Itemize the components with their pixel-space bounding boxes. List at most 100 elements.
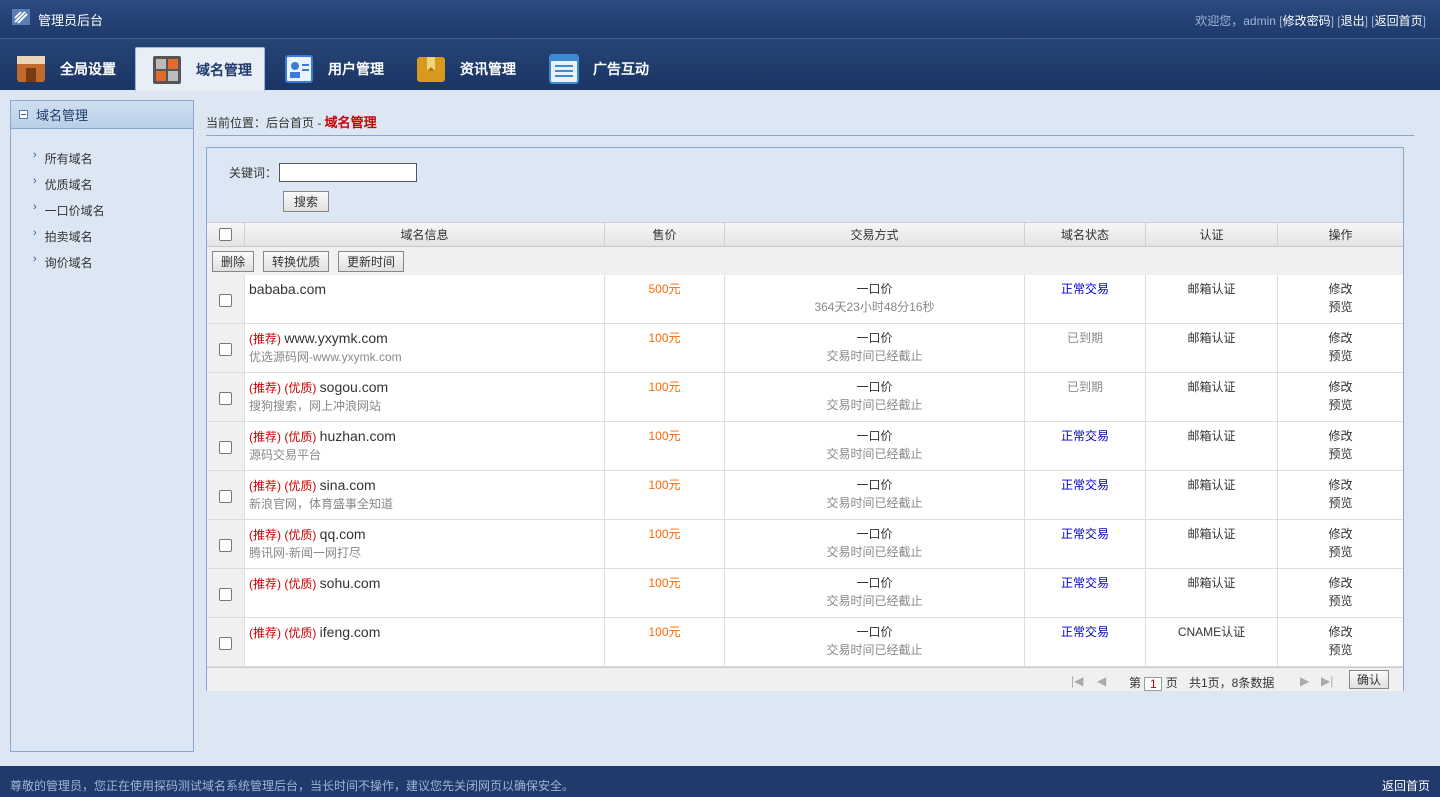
collapse-icon[interactable]	[19, 110, 28, 119]
table-row: (推荐) www.yxymk.com 优选源码网-www.yxymk.com 1…	[207, 324, 1403, 373]
last-page-icon[interactable]: ▶|	[1321, 674, 1333, 688]
trade-time: 交易时间已经截止	[826, 594, 923, 608]
select-all-cell	[207, 223, 244, 247]
trade-mode: 一口价	[856, 380, 893, 394]
trade-time: 交易时间已经截止	[826, 643, 923, 657]
edit-link[interactable]: 修改	[1278, 379, 1403, 396]
auth-type: 邮箱认证	[1187, 282, 1236, 296]
logout-link[interactable]: 退出	[1341, 14, 1365, 28]
auth-type: 邮箱认证	[1187, 429, 1236, 443]
tab-global-settings[interactable]: 全局设置	[0, 47, 133, 91]
table-body: bababa.com 500元 一口价 364天23小时48分16秒 正常交易 邮…	[207, 275, 1403, 667]
preview-link[interactable]: 预览	[1278, 396, 1403, 414]
preview-link[interactable]: 预览	[1278, 592, 1403, 610]
row-checkbox[interactable]	[219, 539, 232, 552]
domain-tags: (推荐) (优质)	[249, 430, 317, 444]
price: 100元	[648, 380, 681, 394]
sidebar-item-all-domains[interactable]: › 所有域名	[11, 145, 193, 171]
home-link[interactable]: 返回首页	[1375, 14, 1423, 28]
tab-domain-management[interactable]: 域名管理	[135, 47, 265, 91]
price: 100元	[648, 478, 681, 492]
domain-info-cell: (推荐) (优质) sina.com 新浪官网，体育盛事全知道	[244, 471, 604, 519]
header-trade-mode[interactable]: 交易方式	[724, 223, 1024, 247]
header-domain-status[interactable]: 域名状态	[1024, 223, 1145, 247]
tab-ad-interaction[interactable]: 广告互动	[533, 47, 663, 91]
domain-name: ifeng.com	[319, 624, 381, 640]
divider	[206, 135, 1414, 136]
tab-user-management[interactable]: 用户管理	[268, 47, 398, 91]
keyword-input[interactable]	[279, 163, 418, 182]
settings-icon	[17, 56, 45, 82]
page-number-input[interactable]: 1	[1144, 676, 1163, 691]
sidebar-header[interactable]: 域名管理	[11, 101, 193, 129]
sidebar-item-fixed-price-domains[interactable]: › 一口价域名	[11, 197, 193, 223]
confirm-button[interactable]: 确认	[1349, 670, 1389, 689]
row-checkbox[interactable]	[219, 343, 232, 356]
row-checkbox[interactable]	[219, 588, 232, 601]
ad-list-icon	[549, 54, 579, 84]
news-box-icon	[417, 57, 445, 82]
edit-link[interactable]: 修改	[1278, 624, 1403, 641]
domain-name: www.yxymk.com	[284, 330, 388, 346]
header-price[interactable]: 售价	[604, 223, 724, 247]
domain-name: qq.com	[319, 526, 366, 542]
sidebar-item-premium-domains[interactable]: › 优质域名	[11, 171, 193, 197]
domain-name: bababa.com	[249, 281, 327, 297]
trade-mode: 一口价	[856, 576, 893, 590]
app-title: 管理员后台	[38, 13, 104, 28]
edit-link[interactable]: 修改	[1278, 428, 1403, 445]
preview-link[interactable]: 预览	[1278, 494, 1403, 512]
preview-link[interactable]: 预览	[1278, 445, 1403, 463]
domain-info-cell: (推荐) (优质) sogou.com 搜狗搜索，网上冲浪网站	[244, 373, 604, 421]
page-summary: 共1页，8条数据	[1189, 676, 1275, 690]
change-password-link[interactable]: 修改密码	[1283, 14, 1331, 28]
domain-tags: (推荐) (优质)	[249, 626, 317, 640]
edit-link[interactable]: 修改	[1278, 575, 1403, 592]
auth-type: 邮箱认证	[1187, 478, 1236, 492]
tab-news-management[interactable]: 资讯管理	[400, 47, 530, 91]
search-button[interactable]: 搜索	[283, 191, 329, 212]
first-page-icon[interactable]: |◀	[1071, 674, 1083, 688]
preview-link[interactable]: 预览	[1278, 298, 1403, 316]
domain-description: 优选源码网-www.yxymk.com	[249, 350, 402, 364]
trade-time: 交易时间已经截止	[826, 545, 923, 559]
header-auth[interactable]: 认证	[1145, 223, 1277, 247]
domain-info-cell: (推荐) www.yxymk.com 优选源码网-www.yxymk.com	[244, 324, 604, 372]
breadcrumb-prefix: 当前位置：后台首页 -	[206, 116, 325, 130]
row-checkbox[interactable]	[219, 392, 232, 405]
convert-premium-button[interactable]: 转换优质	[263, 251, 330, 272]
keyword-label: 关键词：	[229, 166, 278, 180]
select-all-checkbox[interactable]	[219, 228, 232, 241]
chevron-right-icon: ›	[33, 253, 37, 265]
row-checkbox[interactable]	[219, 294, 232, 307]
domain-info-cell: (推荐) (优质) ifeng.com	[244, 618, 604, 666]
trade-mode: 一口价	[856, 331, 893, 345]
header-domain-info[interactable]: 域名信息	[244, 223, 604, 247]
trade-mode: 一口价	[856, 429, 893, 443]
domain-description: 源码交易平台	[249, 448, 322, 462]
sidebar-item-inquiry-domains[interactable]: › 询价域名	[11, 249, 193, 275]
preview-link[interactable]: 预览	[1278, 641, 1403, 659]
edit-link[interactable]: 修改	[1278, 477, 1403, 494]
next-page-icon[interactable]: ▶	[1300, 674, 1309, 688]
edit-link[interactable]: 修改	[1278, 281, 1403, 298]
chevron-right-icon: ›	[33, 227, 37, 239]
auth-type: 邮箱认证	[1187, 527, 1236, 541]
prev-page-icon[interactable]: ◀	[1097, 674, 1106, 688]
preview-link[interactable]: 预览	[1278, 347, 1403, 365]
footer-home-link[interactable]: 返回首页	[1382, 777, 1430, 794]
preview-link[interactable]: 预览	[1278, 543, 1403, 561]
update-time-button[interactable]: 更新时间	[338, 251, 405, 272]
edit-link[interactable]: 修改	[1278, 526, 1403, 543]
domain-status: 已到期	[1066, 331, 1103, 345]
top-bar: 管理员后台 欢迎您，admin [修改密码] [退出] [返回首页]	[0, 0, 1440, 38]
domain-name: sina.com	[319, 477, 376, 493]
row-checkbox[interactable]	[219, 441, 232, 454]
delete-button[interactable]: 删除	[212, 251, 255, 272]
sidebar-item-auction-domains[interactable]: › 拍卖域名	[11, 223, 193, 249]
row-checkbox[interactable]	[219, 490, 232, 503]
header-actions[interactable]: 操作	[1277, 223, 1403, 247]
row-checkbox[interactable]	[219, 637, 232, 650]
edit-link[interactable]: 修改	[1278, 330, 1403, 347]
domain-status: 正常交易	[1060, 429, 1109, 443]
